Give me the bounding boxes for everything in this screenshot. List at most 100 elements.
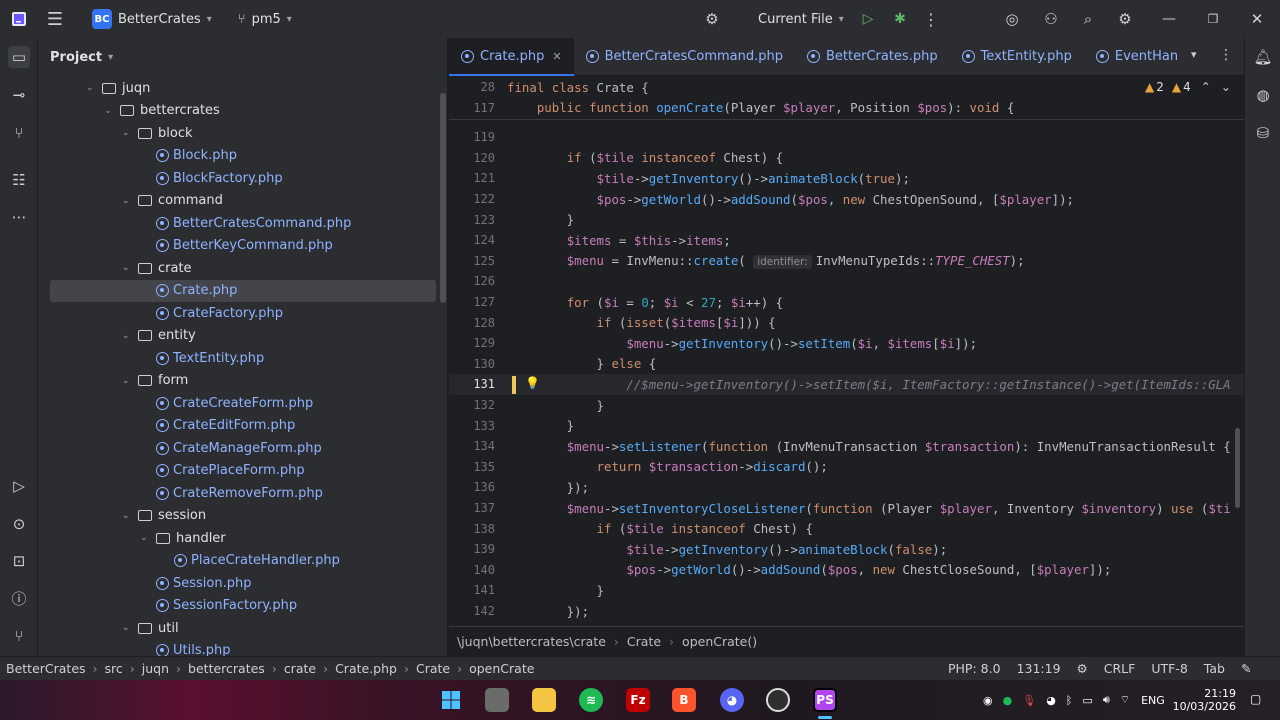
tray-volume-icon[interactable]: 🔊︎ bbox=[1103, 693, 1110, 707]
tree-folder[interactable]: ⌄ crate bbox=[122, 257, 192, 279]
editor-tab[interactable]: BetterCrates.php bbox=[795, 38, 950, 76]
editor-tab[interactable]: TextEntity.php bbox=[950, 38, 1084, 76]
chevron-down-icon[interactable]: ⌄ bbox=[140, 533, 152, 543]
debug-settings-icon[interactable]: ⚙ bbox=[700, 0, 724, 38]
chevron-down-icon[interactable]: ⌄ bbox=[122, 623, 134, 633]
tree-file[interactable]: BlockFactory.php bbox=[140, 167, 283, 189]
editor-tab[interactable]: Crate.php ✕ bbox=[449, 38, 574, 76]
breadcrumb-item[interactable]: Crate bbox=[627, 634, 661, 649]
chevron-down-icon[interactable]: ⌄ bbox=[122, 511, 134, 521]
editor-tab[interactable]: EventHan bbox=[1084, 38, 1190, 76]
file-explorer-icon[interactable] bbox=[532, 688, 556, 712]
tree-folder[interactable]: ⌄ block bbox=[122, 122, 193, 144]
breadcrumb-item[interactable]: openCrate() bbox=[682, 634, 757, 649]
status-path-item[interactable]: Crate.php bbox=[335, 661, 397, 676]
windows-start-icon[interactable] bbox=[439, 688, 463, 712]
tree-file[interactable]: CratePlaceForm.php bbox=[140, 460, 305, 482]
tree-file[interactable]: SessionFactory.php bbox=[140, 595, 297, 617]
branch-switcher[interactable]: ⑂ pm5 ▾ bbox=[228, 0, 302, 38]
tree-folder[interactable]: ⌄ entity bbox=[122, 325, 196, 347]
tree-file[interactable]: CrateManageForm.php bbox=[140, 437, 322, 459]
read-only-toggle-icon[interactable]: ✎ bbox=[1233, 661, 1259, 676]
tree-folder[interactable]: ⌄ handler bbox=[140, 527, 226, 549]
tree-file[interactable]: BetterKeyCommand.php bbox=[140, 235, 333, 257]
maximize-button[interactable]: ❐ bbox=[1194, 0, 1232, 38]
ai-assistant-icon[interactable]: ◍ bbox=[1252, 84, 1274, 106]
file-encoding[interactable]: UTF-8 bbox=[1143, 661, 1195, 676]
close-tab-icon[interactable]: ✕ bbox=[552, 50, 561, 63]
debug-icon[interactable]: ✱ bbox=[888, 0, 912, 38]
tree-folder[interactable]: ⌄ session bbox=[122, 505, 206, 527]
notifications-icon[interactable]: 🔔︎ bbox=[1252, 46, 1274, 68]
tree-file[interactable]: BetterCratesCommand.php bbox=[140, 212, 351, 234]
editor-scrollbar[interactable] bbox=[1235, 428, 1240, 508]
breadcrumb-item[interactable]: \juqn\bettercrates\crate bbox=[457, 634, 606, 649]
services-tool-icon[interactable]: ⊙ bbox=[8, 513, 30, 535]
notification-center-icon[interactable]: ▢ bbox=[1250, 692, 1261, 706]
tray-spotify-icon[interactable]: ● bbox=[1003, 694, 1013, 707]
discord-icon[interactable]: ◕ bbox=[720, 688, 744, 712]
tree-file[interactable]: PlaceCrateHandler.php bbox=[158, 550, 340, 572]
chevron-down-icon[interactable]: ⌄ bbox=[104, 106, 116, 116]
database-icon[interactable]: ⛁ bbox=[1252, 122, 1274, 144]
tab-more-icon[interactable]: ⋮ bbox=[1219, 47, 1233, 63]
inspection-profile-icon[interactable]: ⚙ bbox=[1069, 661, 1096, 676]
chevron-down-icon[interactable]: ⌄ bbox=[122, 376, 134, 386]
tree-file[interactable]: Session.php bbox=[140, 572, 251, 594]
pull-requests-icon[interactable]: ⑂ bbox=[8, 122, 30, 144]
search-icon[interactable]: ⌕ bbox=[1076, 0, 1100, 38]
php-version[interactable]: PHP: 8.0 bbox=[940, 661, 1009, 676]
more-tools-icon[interactable]: ⋯ bbox=[8, 206, 30, 228]
chevron-down-icon[interactable]: ⌄ bbox=[122, 128, 134, 138]
settings-gear-icon[interactable]: ⚙ bbox=[1113, 0, 1137, 38]
tree-folder[interactable]: ⌄ bettercrates bbox=[104, 100, 220, 122]
tab-list-chevron-icon[interactable]: ▾ bbox=[1191, 48, 1197, 61]
project-switcher[interactable]: BC BetterCrates ▾ bbox=[82, 0, 222, 38]
problems-tool-icon[interactable]: ⓘ bbox=[8, 587, 30, 609]
status-path-item[interactable]: bettercrates bbox=[188, 661, 265, 676]
git-tool-icon[interactable]: ⑂ bbox=[8, 625, 30, 647]
status-path-item[interactable]: openCrate bbox=[469, 661, 534, 676]
tray-mic-icon[interactable]: 🎙︎ bbox=[1022, 694, 1036, 707]
code-with-me-icon[interactable]: ◎ bbox=[1000, 0, 1024, 38]
hamburger-menu-icon[interactable]: ☰ bbox=[38, 0, 72, 38]
obs-icon[interactable] bbox=[766, 688, 790, 712]
task-view-icon[interactable] bbox=[485, 688, 509, 712]
brave-browser-icon[interactable]: B bbox=[672, 688, 696, 712]
commit-tool-icon[interactable]: ⊸ bbox=[8, 84, 30, 106]
run-config-selector[interactable]: Current File ▾ bbox=[752, 0, 850, 38]
status-path-item[interactable]: juqn bbox=[142, 661, 169, 676]
prev-highlight-icon[interactable]: ⌃ bbox=[1201, 80, 1211, 94]
tree-file[interactable]: Crate.php bbox=[50, 279, 436, 302]
run-tool-icon[interactable]: ▷ bbox=[8, 475, 30, 497]
inspection-widget[interactable]: ▲ 2 ▲ 4 ⌃ ⌄ bbox=[1145, 80, 1231, 94]
tree-folder[interactable]: ⌄ form bbox=[122, 370, 188, 392]
tray-bluetooth-icon[interactable]: ᛒ bbox=[1066, 694, 1073, 707]
project-tool-icon[interactable]: ▭ bbox=[8, 46, 30, 68]
chevron-down-icon[interactable]: ⌄ bbox=[122, 263, 134, 273]
tree-file[interactable]: CrateCreateForm.php bbox=[140, 392, 313, 414]
chevron-down-icon[interactable]: ⌄ bbox=[86, 83, 98, 93]
chevron-down-icon[interactable]: ⌄ bbox=[122, 331, 134, 341]
tree-file[interactable]: Block.php bbox=[140, 145, 237, 167]
main-menu-icon[interactable] bbox=[0, 0, 38, 38]
status-path-item[interactable]: BetterCrates bbox=[6, 661, 86, 676]
minimize-button[interactable]: — bbox=[1150, 0, 1188, 38]
status-path-item[interactable]: Crate bbox=[416, 661, 450, 676]
editor-tab[interactable]: BetterCratesCommand.php bbox=[574, 38, 795, 76]
tree-file[interactable]: TextEntity.php bbox=[140, 347, 264, 369]
indent-setting[interactable]: Tab bbox=[1196, 661, 1233, 676]
tree-file[interactable]: CrateRemoveForm.php bbox=[140, 482, 323, 504]
tray-language[interactable]: ENG bbox=[1141, 694, 1165, 707]
project-panel-header[interactable]: Project ▾ bbox=[38, 38, 447, 76]
tray-wifi-icon[interactable]: ⌔ bbox=[1120, 693, 1130, 707]
tree-file[interactable]: CrateEditForm.php bbox=[140, 415, 295, 437]
tree-file[interactable]: Utils.php bbox=[140, 640, 230, 656]
project-scrollbar[interactable] bbox=[440, 93, 446, 303]
clock[interactable]: 21:19 10/03/2026 bbox=[1173, 680, 1236, 720]
filezilla-icon[interactable]: Fz bbox=[626, 688, 650, 712]
phpstorm-icon[interactable]: PS bbox=[813, 688, 837, 712]
next-highlight-icon[interactable]: ⌄ bbox=[1221, 80, 1231, 94]
run-icon[interactable]: ▷ bbox=[856, 0, 880, 38]
tray-battery-icon[interactable]: ▭ bbox=[1082, 694, 1092, 707]
